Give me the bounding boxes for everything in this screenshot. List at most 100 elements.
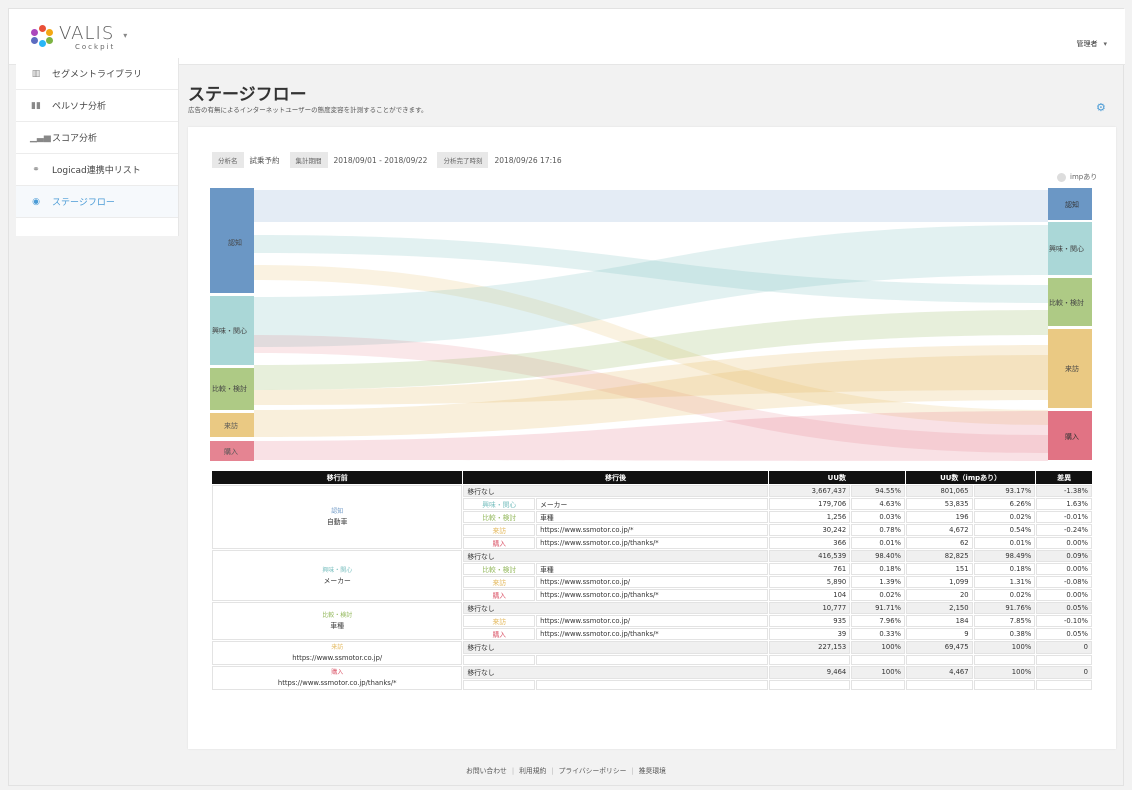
empty-cell — [851, 654, 905, 665]
uu-value: 39 — [768, 628, 851, 640]
right-node-label: 購入 — [1065, 432, 1079, 441]
empty-cell — [973, 654, 1036, 665]
uu-imp-percent: 0.38% — [973, 628, 1036, 640]
before-stage-cell: 購入 https://www.ssmotor.co.jp/thanks/* — [212, 666, 463, 690]
uu-imp-percent: 98.49% — [973, 550, 1036, 562]
sidebar-item-stage-flow[interactable]: ◉ ステージフロー — [16, 186, 178, 218]
uu-imp-value: 4,467 — [905, 666, 973, 679]
before-stage-cell: 認知 自動車 — [212, 485, 463, 549]
logo[interactable]: VALIS Cockpit ▾ — [31, 25, 127, 51]
uu-percent: 7.96% — [851, 615, 905, 627]
diff-value: 0.00% — [1036, 589, 1092, 601]
before-stage-label: 興味・関心 — [322, 566, 353, 574]
empty-cell — [1036, 654, 1092, 665]
done-time-value: 2018/09/26 17:16 — [494, 155, 562, 165]
after-stage-label: 来訪 — [463, 576, 536, 588]
uu-imp-value: 82,825 — [905, 550, 973, 562]
header-uu: UU数 — [768, 471, 905, 484]
empty-cell — [768, 654, 851, 665]
sidebar: ▥ セグメントライブラリ ▮▮ ペルソナ分析 ▁▃▅ スコア分析 ⚭ Logic… — [16, 58, 179, 236]
table-row: 来訪 https://www.ssmotor.co.jp/移行なし 227,153 1… — [212, 641, 1092, 665]
diff-value: -0.01% — [1036, 511, 1092, 523]
before-stage-cell: 来訪 https://www.ssmotor.co.jp/ — [212, 641, 463, 665]
uu-percent: 100% — [851, 641, 905, 654]
flow-band — [254, 190, 1048, 222]
before-stage-cell: 比較・検討 車種 — [212, 602, 463, 640]
uu-value: 179,706 — [768, 498, 851, 510]
sidebar-item-persona[interactable]: ▮▮ ペルソナ分析 — [16, 90, 178, 122]
empty-cell — [905, 654, 973, 665]
done-time-label: 分析完了時刻 — [437, 152, 489, 168]
uu-imp-percent: 100% — [973, 641, 1036, 654]
uu-percent: 100% — [851, 666, 905, 679]
left-node-label: 購入 — [224, 447, 238, 456]
uu-value: 3,667,437 — [768, 485, 851, 497]
diff-value: 0 — [1036, 666, 1092, 679]
sidebar-item-label: ステージフロー — [52, 198, 115, 208]
uu-imp-percent: 0.02% — [973, 589, 1036, 601]
logo-sub: Cockpit — [75, 43, 116, 51]
uu-value: 416,539 — [768, 550, 851, 562]
uu-imp-value: 4,672 — [905, 524, 973, 536]
footer-link-privacy[interactable]: プライバシーポリシー — [554, 767, 632, 775]
no-transition-cell: 移行なし — [463, 666, 768, 679]
after-target: https://www.ssmotor.co.jp/* — [536, 524, 768, 536]
before-segment-name: メーカー — [323, 576, 351, 585]
uu-imp-value: 801,065 — [905, 485, 973, 497]
before-segment-name: https://www.ssmotor.co.jp/ — [292, 654, 383, 662]
uu-percent: 0.78% — [851, 524, 905, 536]
empty-cell — [905, 679, 973, 690]
sidebar-item-logicad[interactable]: ⚭ Logicad連携中リスト — [16, 154, 178, 186]
uu-imp-value: 62 — [905, 537, 973, 549]
chevron-down-icon[interactable]: ▾ — [123, 31, 127, 40]
uu-percent: 0.18% — [851, 563, 905, 575]
before-segment-name: 自動車 — [327, 518, 348, 526]
uu-percent: 0.02% — [851, 589, 905, 601]
period-label: 集計期間 — [289, 152, 328, 168]
library-icon: ▥ — [31, 68, 41, 79]
admin-menu[interactable]: 管理者 ▾ — [1076, 39, 1107, 49]
table-row: 興味・関心 メーカー 移行なし 416,539 98.40% 82,825 98.49% 0.… — [212, 550, 1092, 601]
uu-percent: 0.33% — [851, 628, 905, 640]
uu-percent: 94.55% — [851, 485, 905, 497]
after-target: メーカー — [536, 498, 768, 510]
eye-icon: ◉ — [32, 196, 40, 207]
no-transition-cell: 移行なし — [463, 602, 768, 614]
table-row: 購入 https://www.ssmotor.co.jp/thanks/* 移行なし… — [212, 666, 1092, 690]
after-target: 車種 — [536, 511, 768, 523]
footer-link-contact[interactable]: お問い合わせ — [461, 767, 512, 775]
after-target: https://www.ssmotor.co.jp/thanks/* — [536, 537, 768, 549]
uu-imp-percent: 91.76% — [973, 602, 1036, 614]
empty-cell — [768, 679, 851, 690]
empty-cell — [851, 679, 905, 690]
footer-link-terms[interactable]: 利用規約 — [514, 767, 551, 775]
imp-toggle[interactable]: impあり — [1057, 172, 1097, 182]
uu-percent: 91.71% — [851, 602, 905, 614]
empty-cell — [1036, 679, 1092, 690]
uu-imp-percent: 93.17% — [973, 485, 1036, 497]
after-target: https://www.ssmotor.co.jp/thanks/* — [536, 628, 768, 640]
diff-value: 0 — [1036, 641, 1092, 654]
left-node-label: 来訪 — [224, 421, 238, 430]
stage-flow-table: 移行前 移行後 UU数 UU数（impあり） 差異 認知 自動車 移行なし 3,667… — [211, 470, 1093, 691]
after-target: 車種 — [536, 563, 768, 575]
uu-percent: 0.03% — [851, 511, 905, 523]
footer: お問い合わせ | 利用規約 | プライバシーポリシー | 推奨環境 — [0, 765, 1132, 775]
stage-flow-card: 分析名 試乗予約 集計期間 2018/09/01 - 2018/09/22 分析… — [188, 127, 1116, 749]
period-value: 2018/09/01 - 2018/09/22 — [333, 155, 428, 165]
uu-imp-percent: 7.85% — [973, 615, 1036, 627]
sidebar-item-segment-library[interactable]: ▥ セグメントライブラリ — [16, 58, 178, 90]
after-stage-label: 購入 — [463, 537, 536, 549]
gear-icon[interactable]: ⚙ — [1096, 102, 1106, 113]
stage-flow-diagram: 認知 興味・関心 比較・検討 来訪 購入 認知 興味・関心 比較・検討 来訪 購… — [210, 188, 1092, 461]
header-after: 移行後 — [463, 471, 768, 484]
diff-value: 0.00% — [1036, 537, 1092, 549]
analysis-meta: 分析名 試乗予約 集計期間 2018/09/01 - 2018/09/22 分析… — [212, 152, 572, 168]
uu-value: 30,242 — [768, 524, 851, 536]
header-uu-imp: UU数（impあり） — [905, 471, 1036, 484]
before-stage-cell: 興味・関心 メーカー — [212, 550, 463, 601]
footer-link-environment[interactable]: 推奨環境 — [634, 767, 671, 775]
diff-value: 0.05% — [1036, 628, 1092, 640]
sidebar-item-score[interactable]: ▁▃▅ スコア分析 — [16, 122, 178, 154]
link-icon: ⚭ — [32, 164, 40, 175]
